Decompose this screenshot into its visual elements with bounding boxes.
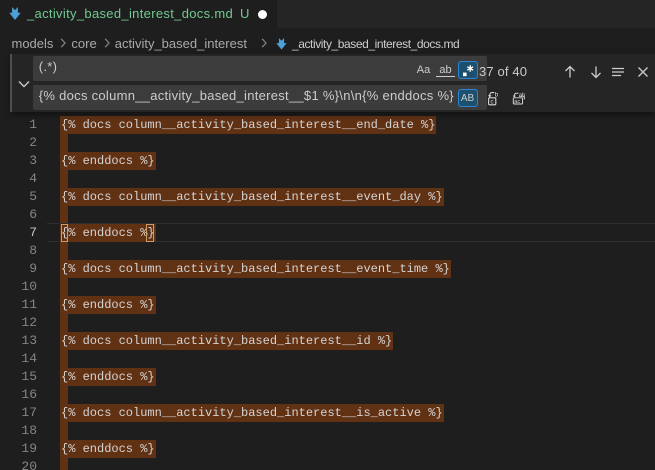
svg-text:ac: ac (514, 99, 520, 105)
